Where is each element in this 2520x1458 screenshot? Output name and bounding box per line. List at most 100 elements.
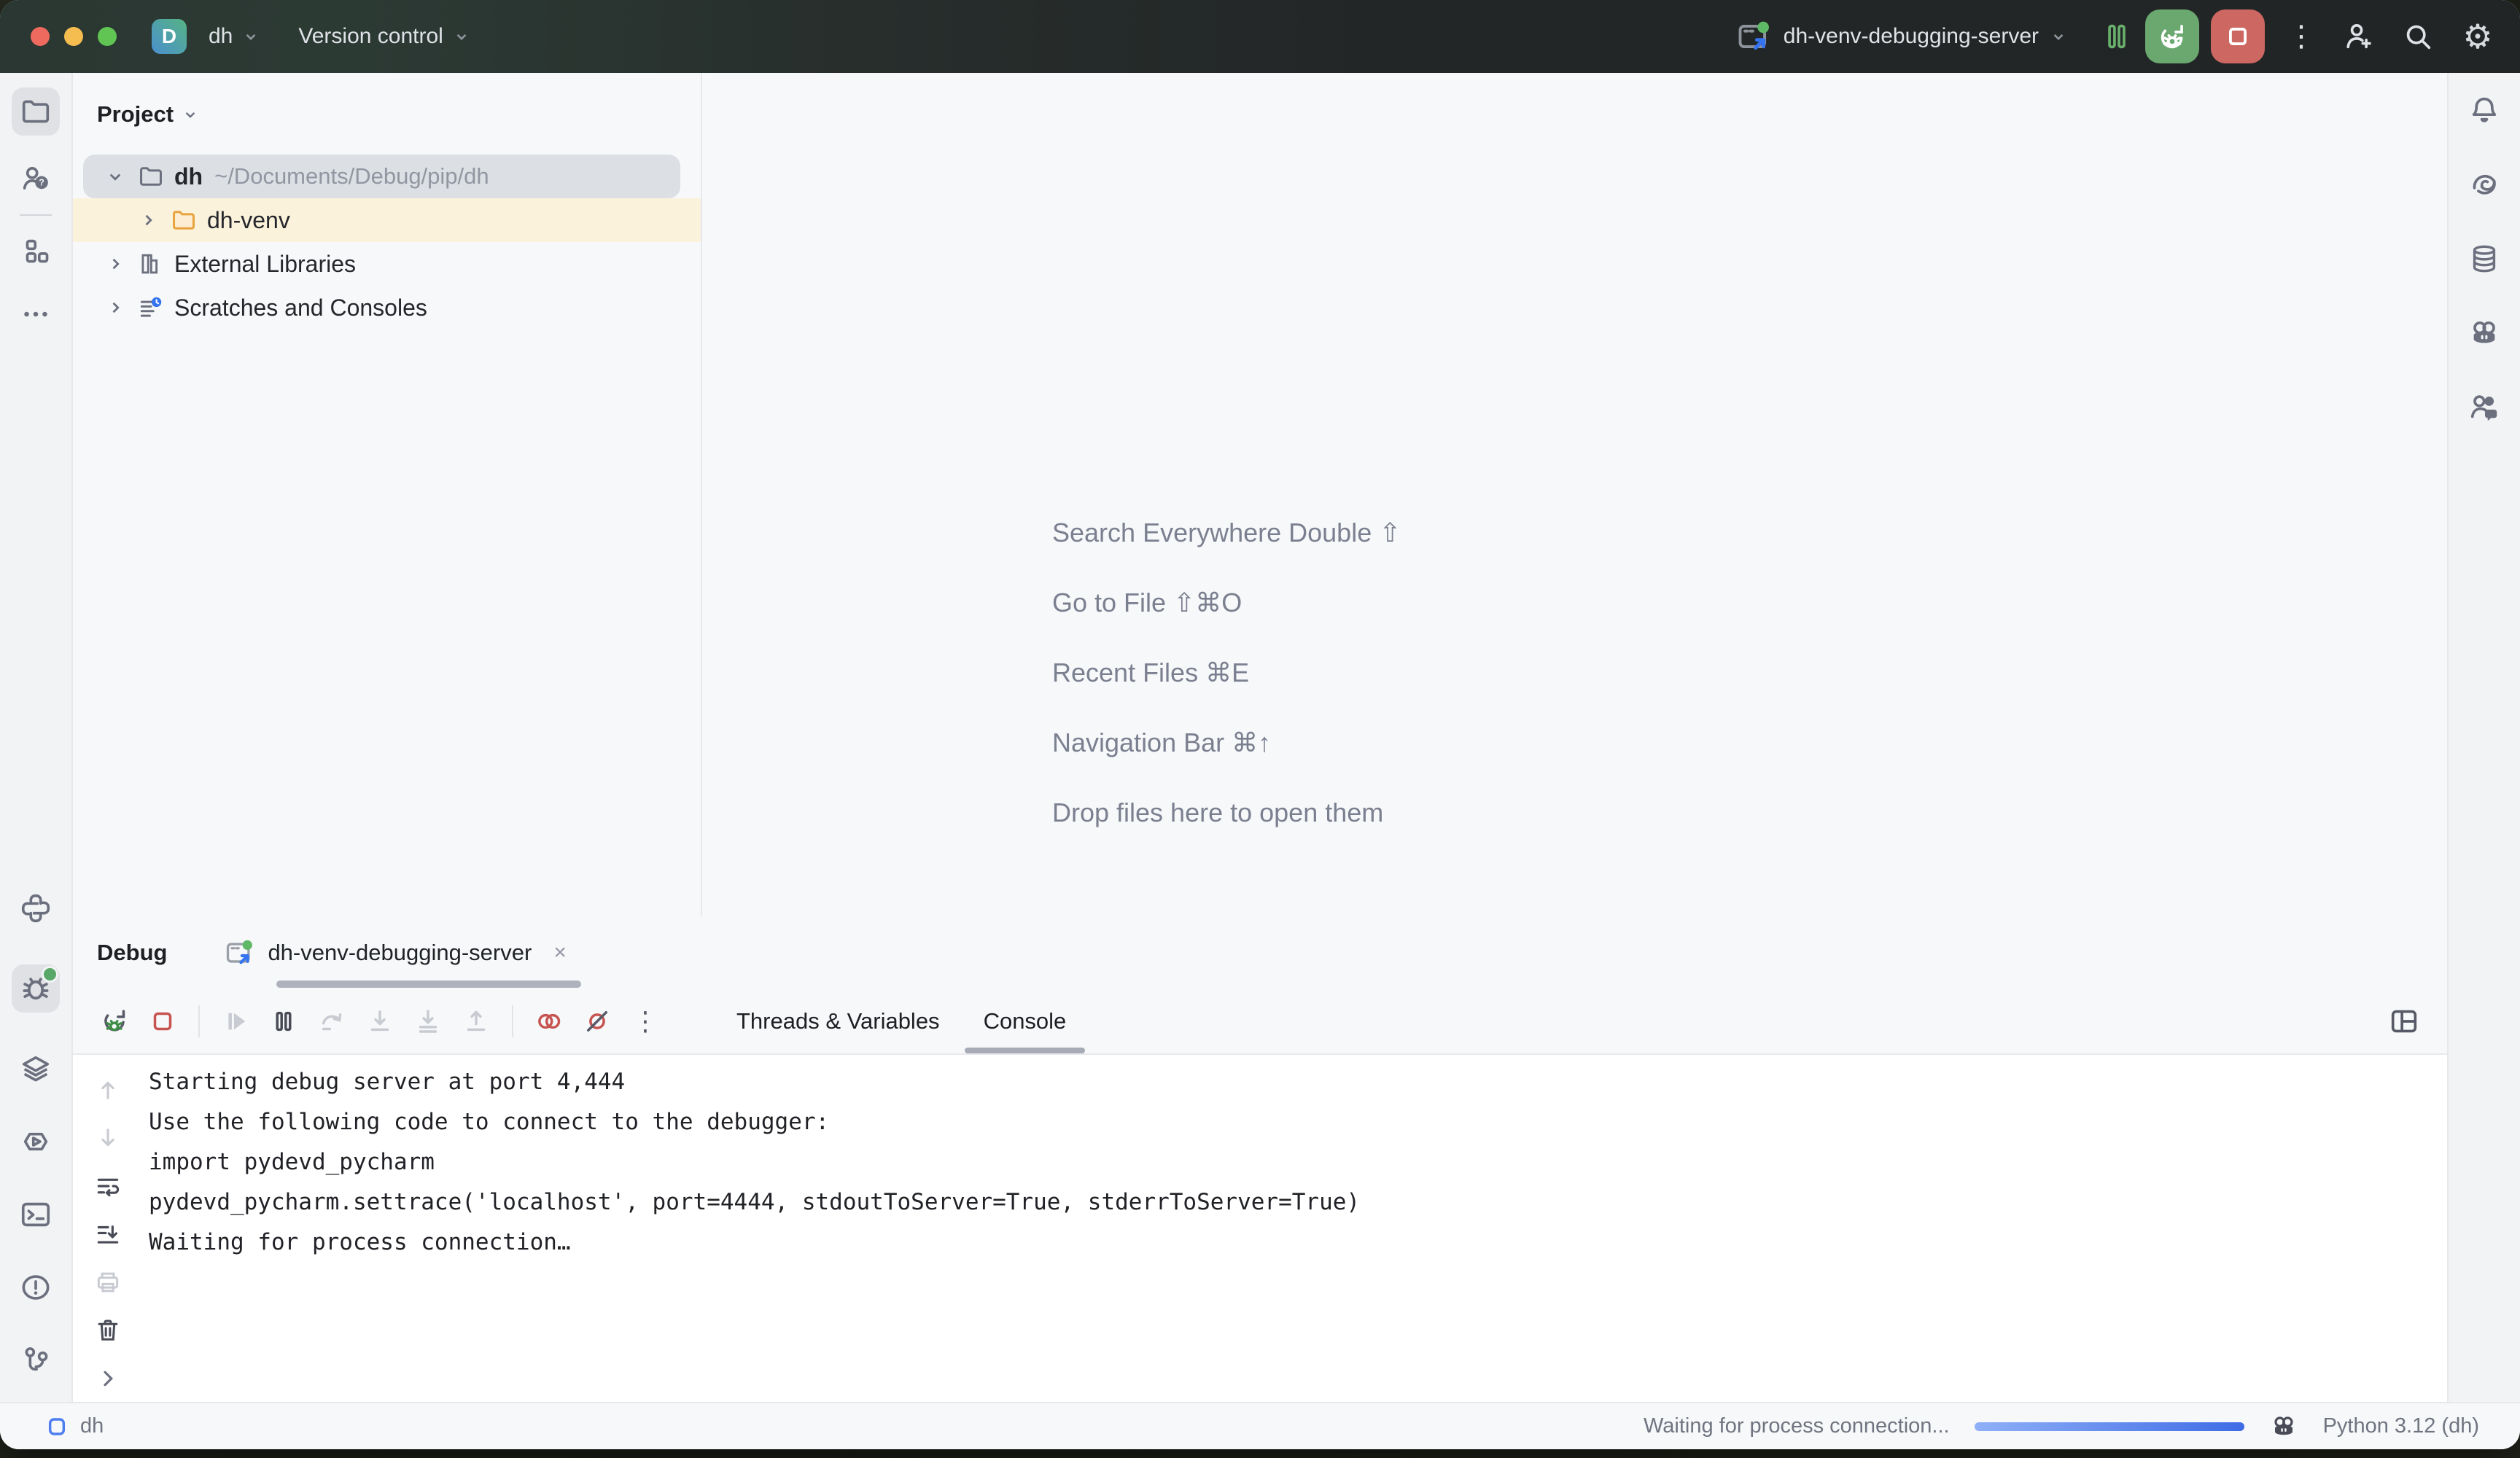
tool-junie-button[interactable]	[2468, 316, 2501, 350]
right-toolstrip	[2447, 73, 2520, 1402]
folder-icon	[19, 95, 52, 128]
rerun-debug-icon	[2155, 20, 2189, 53]
run-configuration-selector[interactable]: dh-venv-debugging-server	[1735, 17, 2068, 55]
stop-button[interactable]	[146, 1005, 179, 1038]
vcs-label: Version control	[298, 24, 443, 49]
project-panel: Project dh ~/Documents/Debug/pip/dh	[73, 73, 702, 916]
git-branch-icon	[19, 1344, 52, 1377]
clear-console-button[interactable]	[93, 1316, 122, 1345]
vcs-widget[interactable]: Version control	[298, 24, 470, 49]
workspace-widget[interactable]: dh	[45, 1414, 104, 1439]
strip-divider	[20, 214, 52, 216]
tool-problems-button[interactable]	[19, 1271, 52, 1304]
run-config-icon	[224, 937, 256, 969]
mute-breakpoints-button[interactable]	[580, 1005, 614, 1038]
people-help-icon: ?	[19, 162, 52, 195]
workspace-name: dh	[80, 1414, 104, 1438]
project-panel-header[interactable]: Project	[73, 92, 701, 137]
soft-wrap-button[interactable]	[93, 1172, 122, 1201]
progress-bar[interactable]	[1975, 1422, 2244, 1431]
tab-threads-variables[interactable]: Threads & Variables	[715, 989, 962, 1053]
resume-button[interactable]	[219, 1005, 252, 1038]
step-into-button[interactable]	[363, 1005, 397, 1038]
rerun-debug-button[interactable]	[2145, 9, 2199, 63]
pause-button[interactable]	[267, 1005, 300, 1038]
bell-icon	[2468, 93, 2501, 127]
chevron-right-icon[interactable]	[104, 253, 126, 275]
tool-structure-button[interactable]	[19, 235, 52, 268]
tool-pull-requests-button[interactable]: ?	[19, 162, 52, 195]
interpreter-widget[interactable]: Python 3.12 (dh)	[2323, 1414, 2479, 1438]
console-output[interactable]: Starting debug server at port 4,444Use t…	[143, 1055, 1360, 1402]
project-tree: dh ~/Documents/Debug/pip/dh dh-venv	[73, 155, 701, 330]
chevron-down-icon[interactable]	[104, 165, 126, 187]
tool-terminal-button[interactable]	[19, 1198, 52, 1231]
scratches-icon	[136, 293, 166, 322]
ide-window: D dh Version control dh-venv-debugging-s…	[0, 0, 2520, 1449]
project-badge: D	[152, 19, 187, 54]
more-tool-windows-button[interactable]	[19, 297, 52, 331]
close-icon[interactable]: ×	[553, 940, 567, 965]
print-button[interactable]	[93, 1268, 122, 1297]
hint-navigation-bar: Navigation Bar ⌘↑	[1052, 728, 1401, 758]
project-panel-title: Project	[97, 101, 174, 128]
tool-project-button[interactable]	[12, 87, 60, 136]
chevron-right-icon[interactable]	[137, 209, 159, 231]
more-actions-button[interactable]: ⋮	[2287, 22, 2316, 51]
structure-grid-icon	[19, 235, 52, 268]
step-over-button[interactable]	[315, 1005, 349, 1038]
status-bar: dh Waiting for process connection... Pyt…	[0, 1402, 2520, 1449]
tool-notifications-button[interactable]	[2468, 93, 2501, 127]
debug-running-indicator	[42, 966, 58, 983]
search-everywhere-button[interactable]	[2400, 19, 2435, 54]
force-step-into-button[interactable]	[411, 1005, 445, 1038]
code-with-me-users-button[interactable]	[2341, 19, 2376, 54]
console-line: pydevd_pycharm.settrace('localhost', por…	[149, 1182, 1360, 1223]
status-message: Waiting for process connection...	[1644, 1414, 1950, 1438]
settings-button[interactable]: ⚙	[2460, 19, 2495, 54]
tool-debug-button[interactable]	[12, 964, 60, 1013]
next-occurrence-button[interactable]	[93, 1123, 122, 1153]
rerun-debug-button[interactable]	[98, 1005, 131, 1038]
tool-database-button[interactable]	[2468, 242, 2501, 276]
minimize-window-button[interactable]	[64, 27, 83, 46]
tree-row-scratches[interactable]: Scratches and Consoles	[73, 286, 701, 330]
tool-code-with-me-button[interactable]	[2468, 391, 2501, 424]
tool-python-console-button[interactable]	[19, 892, 52, 925]
debug-session-tab[interactable]: dh-venv-debugging-server ×	[224, 916, 585, 989]
ai-status-icon[interactable]	[2269, 1412, 2298, 1441]
zoom-window-button[interactable]	[98, 27, 117, 46]
folder-icon	[169, 206, 198, 235]
debug-tool-window: Debug dh-venv-debugging-server ×	[73, 916, 2447, 1402]
tab-console[interactable]: Console	[962, 989, 1089, 1053]
tree-item-label: dh-venv	[207, 207, 290, 234]
tree-row-dh-venv[interactable]: dh-venv	[73, 198, 701, 242]
pause-program-button[interactable]	[2100, 20, 2134, 53]
chevron-down-icon	[241, 27, 260, 46]
more-actions-button[interactable]: ⋮	[629, 1005, 662, 1038]
tree-row-external-libraries[interactable]: External Libraries	[73, 242, 701, 286]
project-name: dh	[209, 24, 233, 49]
expand-gutter-button[interactable]	[93, 1364, 122, 1393]
debug-toolbar: ⋮ Threads & Variables Console	[73, 989, 2447, 1055]
project-widget[interactable]: D dh	[152, 19, 260, 54]
tool-python-packages-button[interactable]	[19, 1125, 52, 1158]
layers-icon	[19, 1052, 52, 1085]
scroll-to-end-button[interactable]	[93, 1220, 122, 1249]
stop-button[interactable]	[2211, 9, 2265, 63]
debug-session-tab-label: dh-venv-debugging-server	[268, 940, 532, 966]
prev-occurrence-button[interactable]	[93, 1075, 122, 1104]
tool-vcs-button[interactable]	[19, 1344, 52, 1377]
layout-settings-button[interactable]	[2387, 1005, 2421, 1038]
python-icon	[19, 892, 52, 925]
chevron-right-icon[interactable]	[104, 297, 126, 319]
editor-shortcut-hints: Search Everywhere Double ⇧ Go to File ⇧⌘…	[1052, 518, 1401, 828]
library-icon	[136, 249, 166, 278]
terminal-icon	[19, 1198, 52, 1231]
view-breakpoints-button[interactable]	[532, 1005, 566, 1038]
tool-ai-assistant-button[interactable]	[2468, 168, 2501, 201]
close-window-button[interactable]	[31, 27, 50, 46]
step-out-button[interactable]	[459, 1005, 493, 1038]
tool-services-button[interactable]	[19, 1052, 52, 1085]
tree-row-root[interactable]: dh ~/Documents/Debug/pip/dh	[83, 155, 680, 198]
